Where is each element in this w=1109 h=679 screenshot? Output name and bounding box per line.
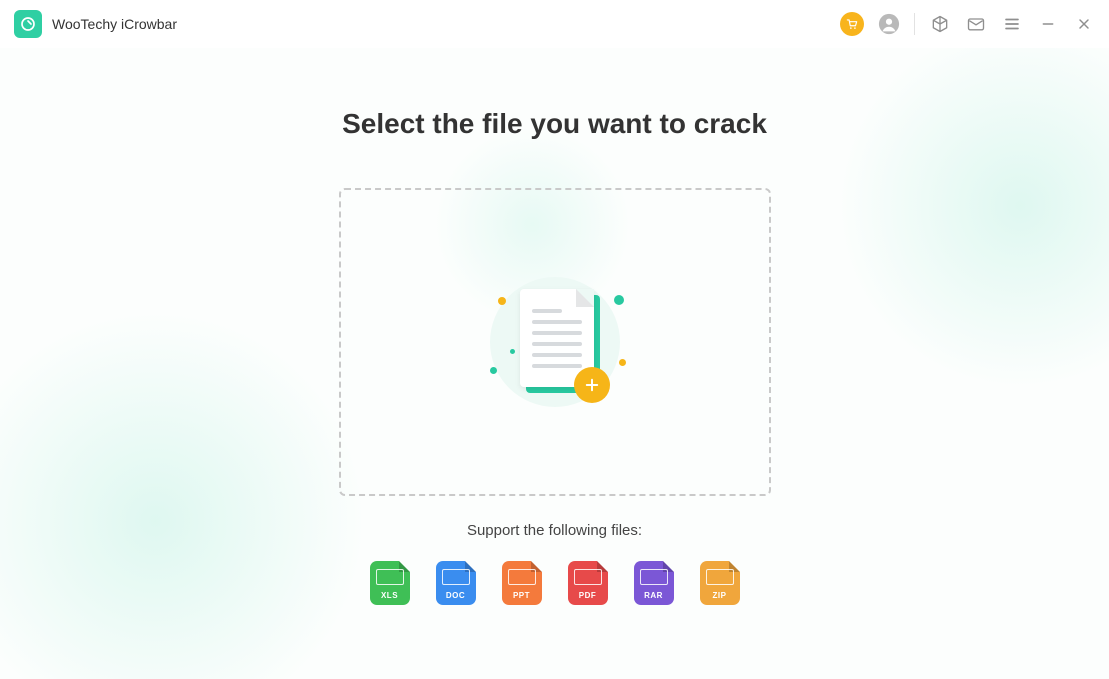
file-type-doc: DOC <box>436 561 476 605</box>
file-type-label: RAR <box>644 591 663 600</box>
supported-file-types: XLS DOC PPT PDF RAR ZIP <box>0 561 1109 605</box>
app-title: WooTechy iCrowbar <box>52 16 177 32</box>
file-type-ppt: PPT <box>502 561 542 605</box>
page-headline: Select the file you want to crack <box>0 48 1109 140</box>
file-type-label: PPT <box>513 591 530 600</box>
cart-icon <box>845 17 859 31</box>
cube-icon <box>930 14 950 34</box>
close-button[interactable] <box>1073 13 1095 35</box>
logo-icon <box>19 15 37 33</box>
minimize-icon <box>1040 16 1056 32</box>
titlebar-divider <box>914 13 915 35</box>
menu-icon <box>1003 15 1021 33</box>
cart-button[interactable] <box>840 12 864 36</box>
file-type-label: DOC <box>446 591 465 600</box>
dropzone-illustration <box>480 267 630 417</box>
file-type-xls: XLS <box>370 561 410 605</box>
titlebar: WooTechy iCrowbar <box>0 0 1109 48</box>
minimize-button[interactable] <box>1037 13 1059 35</box>
close-icon <box>1076 16 1092 32</box>
titlebar-actions <box>840 12 1095 36</box>
file-type-label: ZIP <box>713 591 727 600</box>
file-type-zip: ZIP <box>700 561 740 605</box>
file-type-label: PDF <box>579 591 597 600</box>
menu-button[interactable] <box>1001 13 1023 35</box>
feedback-button[interactable] <box>965 13 987 35</box>
mail-icon <box>966 14 986 34</box>
file-type-pdf: PDF <box>568 561 608 605</box>
account-button[interactable] <box>878 13 900 35</box>
main-content: Select the file you want to crack <box>0 48 1109 679</box>
account-icon <box>878 13 900 35</box>
toolbox-button[interactable] <box>929 13 951 35</box>
supported-files-label: Support the following files: <box>0 522 1109 539</box>
app-logo <box>14 10 42 38</box>
file-type-label: XLS <box>381 591 398 600</box>
add-file-icon <box>574 367 610 403</box>
file-type-rar: RAR <box>634 561 674 605</box>
file-dropzone[interactable] <box>339 188 771 496</box>
